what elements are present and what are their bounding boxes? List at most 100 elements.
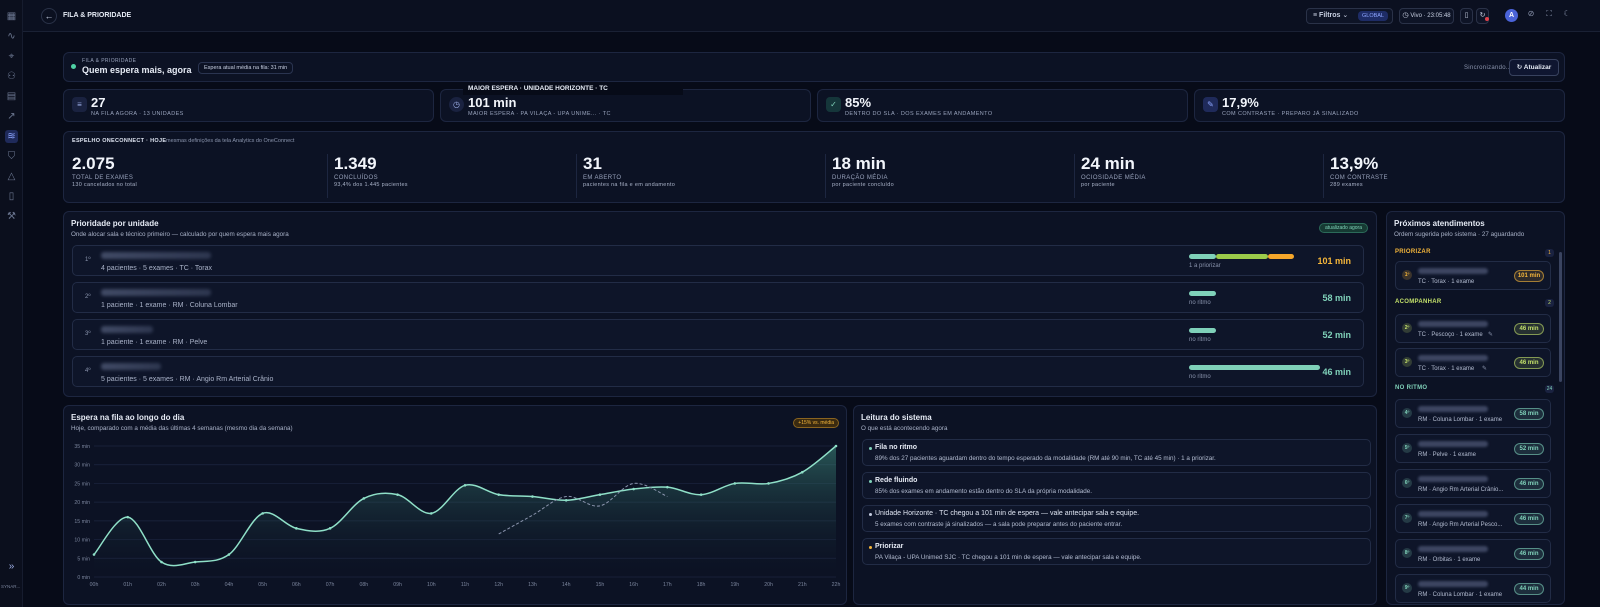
syringe-icon: ✎ — [1203, 97, 1218, 112]
row-minutes: 58 min — [1322, 293, 1351, 303]
queue-rank: 3º — [1402, 357, 1412, 367]
users-icon[interactable]: ⚇ — [5, 70, 18, 83]
stat-value: 18 min — [832, 154, 886, 173]
queue-section-header: ACOMPANHAR 2 — [1387, 299, 1564, 309]
mirror-subtitle: mesmas definições da tela Analytics do O… — [166, 138, 295, 144]
status-dot — [869, 546, 872, 549]
queue-item-detail: RM · Angio Rm Arterial Pesco... — [1418, 522, 1503, 528]
queue-section-header: PRIORIZAR 1 — [1387, 249, 1564, 259]
avg-wait-pill: Espera atual média na fila: 31 min — [198, 62, 294, 74]
priority-row[interactable]: 2º 1 paciente · 1 exame · RM · Coluna Lom… — [72, 282, 1364, 313]
refresh-label: Atualizar — [1523, 64, 1552, 71]
row-status: no ritmo — [1189, 300, 1211, 306]
queue-item[interactable]: 9º RM · Coluna Lombar · 1 exame 44 min — [1395, 574, 1551, 603]
redacted-patient-name — [1418, 581, 1488, 587]
queue-item-detail: RM · Angio Rm Arterial Crânio... — [1418, 487, 1504, 493]
section-label: ACOMPANHAR — [1395, 299, 1442, 305]
mirror-stat: 2.075 TOTAL DE EXAMES 130 cancelados no to… — [72, 154, 312, 198]
activity-icon[interactable]: ∿ — [5, 30, 18, 43]
x-tick-label: 19h — [730, 582, 739, 588]
document-icon[interactable]: ▯ — [5, 190, 18, 203]
reading-item: Rede fluindo 85% dos exames em andamento … — [862, 472, 1371, 499]
print-icon[interactable]: ▯ — [1460, 8, 1473, 24]
queue-item[interactable]: 8º RM · Orbitas · 1 exame 46 min — [1395, 539, 1551, 568]
queue-item[interactable]: 5º RM · Pelve · 1 exame 52 min — [1395, 434, 1551, 463]
redacted-patient-name — [1418, 511, 1488, 517]
y-tick-label: 10 min — [74, 538, 90, 544]
data-point — [295, 527, 298, 530]
stat-label: EM ABERTO — [583, 175, 622, 181]
kpi-label: NA FILA AGORA · 13 UNIDADES — [91, 111, 184, 117]
queue-item[interactable]: 2º TC · Pescoço · 1 exame ✎ 46 min — [1395, 314, 1551, 343]
queue-wait-pill: 44 min — [1514, 583, 1544, 595]
chart-subtitle: Hoje, comparado com a média das últimas … — [71, 425, 293, 432]
section-label: NO RITMO — [1395, 385, 1428, 391]
priority-subtitle: Onde alocar sala e técnico primeiro — ca… — [71, 231, 289, 238]
x-tick-label: 03h — [191, 582, 200, 588]
x-tick-label: 05h — [258, 582, 267, 588]
queue-item[interactable]: 6º RM · Angio Rm Arterial Crânio... 46 min — [1395, 469, 1551, 498]
reading-panel: Leitura do sistema O que está acontecend… — [853, 405, 1377, 605]
notification-dot — [1485, 17, 1489, 21]
data-point — [362, 497, 366, 500]
queue-item[interactable]: 4º RM · Coluna Lombar · 1 exame 58 min — [1395, 399, 1551, 428]
data-point — [834, 444, 838, 448]
filter-icon: ≡ — [1313, 12, 1318, 19]
rail-footer: SYNAR... — [1, 584, 21, 589]
kpi-label: DENTRO DO SLA · DOS EXAMES EM ANDAMENTO — [845, 111, 993, 117]
clock-icon: ◷ — [1402, 12, 1409, 19]
eye-off-icon[interactable]: ⊘ — [1525, 9, 1537, 22]
map-pin-icon[interactable]: ⌖ — [5, 50, 18, 63]
theme-moon-icon[interactable]: ☾ — [1561, 9, 1573, 22]
queue-wait-pill: 46 min — [1514, 478, 1544, 490]
redacted-unit-name — [101, 252, 211, 259]
queue-wait-pill: 46 min — [1514, 357, 1544, 369]
edit-pencil-icon: ✎ — [1482, 366, 1488, 372]
queue-rank: 9º — [1402, 583, 1412, 593]
redacted-patient-name — [1418, 268, 1488, 274]
shield-icon[interactable]: ⛉ — [5, 150, 18, 163]
data-point — [598, 493, 602, 496]
status-dot — [869, 513, 872, 516]
redacted-unit-name — [101, 326, 153, 333]
list-icon: ≡ — [72, 97, 87, 112]
wrench-icon[interactable]: ⚒ — [5, 210, 18, 223]
expand-icon[interactable]: » — [5, 560, 18, 573]
queue-item-detail: RM · Coluna Lombar · 1 exame — [1418, 417, 1503, 423]
stat-label: OCIOSIDADE MÉDIA — [1081, 175, 1146, 181]
avatar[interactable]: A — [1505, 9, 1518, 22]
queue-item[interactable]: 3º TC · Torax · 1 exame ✎ 46 min — [1395, 348, 1551, 377]
x-tick-label: 08h — [359, 582, 368, 588]
back-arrow-icon[interactable]: ← — [41, 8, 57, 24]
queue-title: Próximos atendimentos — [1394, 219, 1485, 228]
trend-icon[interactable]: ↗ — [5, 110, 18, 123]
queue-item[interactable]: 1º TC · Torax · 1 exame 101 min — [1395, 261, 1551, 290]
y-tick-label: 35 min — [74, 444, 90, 450]
apps-grid-icon[interactable]: ▦ — [5, 10, 18, 23]
data-point — [328, 527, 332, 530]
priority-row[interactable]: 4º 5 pacientes · 5 exames · RM · Angio Rm… — [72, 356, 1364, 387]
priority-row[interactable]: 1º 4 pacientes · 5 exames · TC · Torax 1 … — [72, 245, 1364, 276]
filters-button[interactable]: ≡ Filtros ⌄ GLOBAL — [1306, 8, 1393, 24]
row-detail: 1 paciente · 1 exame · RM · Pelve — [101, 339, 208, 346]
priority-row[interactable]: 3º 1 paciente · 1 exame · RM · Pelve no ri… — [72, 319, 1364, 350]
header-title: Quem espera mais, agora — [82, 65, 192, 75]
row-status: no ritmo — [1189, 374, 1211, 380]
top-bar: ← FILA & PRIORIDADE ≡ Filtros ⌄ GLOBAL ◷… — [23, 0, 1600, 32]
table-icon[interactable]: ▤ — [5, 90, 18, 103]
row-minutes: 52 min — [1322, 330, 1351, 340]
alert-icon[interactable]: △ — [5, 170, 18, 183]
scrollbar-thumb[interactable] — [1559, 252, 1562, 382]
fullscreen-icon[interactable]: ⛶ — [1543, 9, 1555, 22]
rank: 3º — [85, 331, 91, 337]
queue-item[interactable]: 7º RM · Angio Rm Arterial Pesco... 46 min — [1395, 504, 1551, 533]
queue-icon[interactable]: ≋ — [5, 130, 18, 143]
reading-subtitle: O que está acontecendo agora — [861, 425, 948, 432]
kpi-value: 17,9% — [1222, 95, 1259, 110]
refresh-icon[interactable]: ↻ — [1476, 8, 1489, 24]
x-tick-label: 20h — [764, 582, 773, 588]
data-point — [767, 482, 770, 485]
refresh-button[interactable]: ↻ Atualizar — [1509, 59, 1559, 76]
redacted-patient-name — [1418, 441, 1488, 447]
data-point — [126, 515, 130, 519]
